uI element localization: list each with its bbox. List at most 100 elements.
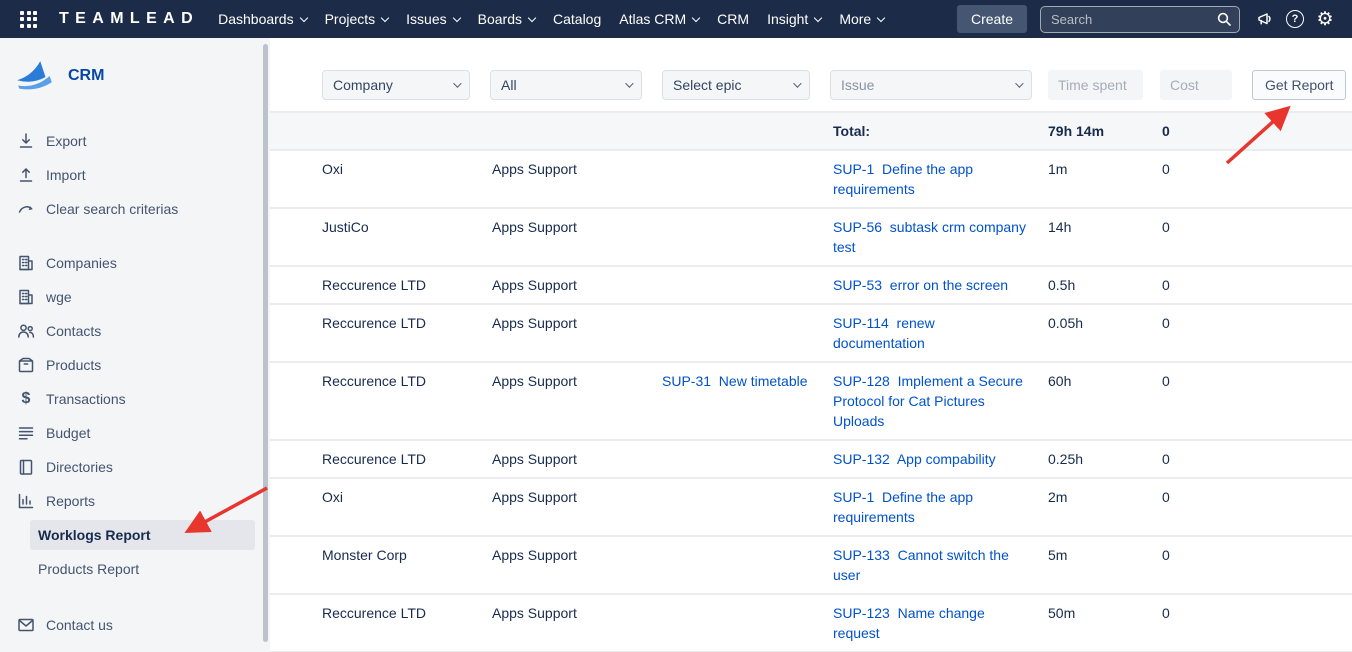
nav-more[interactable]: More (830, 0, 893, 38)
get-report-button[interactable]: Get Report (1252, 70, 1346, 100)
cell-time-spent: 0.25h (1048, 449, 1162, 469)
top-navigation: TEAMLEAD Dashboards Projects Issues Boar… (0, 0, 1352, 38)
cell-time-spent: 1m (1048, 159, 1162, 179)
total-row: Total: 79h 14m 0 (270, 111, 1352, 151)
sidebar-item-wge[interactable]: wge (0, 280, 270, 314)
nav-projects[interactable]: Projects (316, 0, 398, 38)
search-box (1040, 6, 1240, 33)
chevron-down-icon (1015, 79, 1023, 87)
nav-label: Boards (478, 11, 522, 27)
building-icon (16, 287, 36, 307)
sidebar-item-directories[interactable]: Directories (0, 450, 270, 484)
sidebar-main-group: Companies wge Contacts Products (0, 246, 270, 584)
nav-atlas-crm[interactable]: Atlas CRM (610, 0, 708, 38)
sidebar-item-contacts[interactable]: Contacts (0, 314, 270, 348)
select-value: Select epic (673, 77, 741, 93)
nav-label: Insight (767, 11, 808, 27)
nav-label: Catalog (553, 11, 601, 27)
cell-project: Apps Support (492, 487, 662, 507)
table-row: Reccurence LTD Apps Support SUP-123 Name… (270, 595, 1352, 652)
table-row: Monster Corp Apps Support SUP-133 Cannot… (270, 537, 1352, 595)
gear-glyph: ⚙ (1316, 10, 1333, 29)
cell-issue: SUP-1 Define the app requirements (833, 487, 1048, 527)
sidebar-item-label: Contact us (46, 617, 113, 633)
sidebar-item-label: Contacts (46, 323, 101, 339)
cell-project: Apps Support (492, 449, 662, 469)
cell-company: Oxi (322, 159, 492, 179)
cell-company: Monster Corp (322, 545, 492, 565)
sidebar-item-companies[interactable]: Companies (0, 246, 270, 280)
total-time-spent: 79h 14m (1048, 121, 1162, 141)
search-input[interactable] (1040, 6, 1240, 33)
sidebar-scrollbar[interactable] (263, 44, 268, 642)
cell-time-spent: 2m (1048, 487, 1162, 507)
issue-link[interactable]: SUP-1 Define the app requirements (833, 489, 977, 525)
select-value: Issue (841, 77, 874, 93)
issue-link[interactable]: SUP-114 renew documentation (833, 315, 939, 351)
help-icon[interactable]: ? (1280, 0, 1310, 38)
nav-boards[interactable]: Boards (469, 0, 544, 38)
nav-dashboards[interactable]: Dashboards (209, 0, 316, 38)
sidebar-item-contact-us[interactable]: Contact us (0, 608, 270, 642)
cell-project: Apps Support (492, 159, 662, 179)
issue-link[interactable]: SUP-56 subtask crm company test (833, 219, 1030, 255)
settings-icon[interactable]: ⚙ (1310, 0, 1340, 38)
nav-issues[interactable]: Issues (397, 0, 468, 38)
total-cost: 0 (1162, 121, 1352, 141)
cell-company: Reccurence LTD (322, 449, 492, 469)
reports-icon (16, 491, 36, 511)
cell-time-spent: 0.5h (1048, 275, 1162, 295)
sidebar-item-reports[interactable]: Reports (0, 484, 270, 518)
sidebar-item-products[interactable]: Products (0, 348, 270, 382)
sidebar-item-budget[interactable]: Budget (0, 416, 270, 450)
nav-catalog[interactable]: Catalog (544, 0, 610, 38)
app-switcher-icon[interactable] (20, 11, 37, 28)
worklogs-report-content: Company All Select epic Issue Get Report… (270, 38, 1352, 652)
cell-issue: SUP-114 renew documentation (833, 313, 1048, 353)
issue-link[interactable]: SUP-128 Implement a Secure Protocol for … (833, 373, 1027, 429)
announcement-icon[interactable] (1250, 0, 1280, 38)
table-row: Oxi Apps Support SUP-1 Define the app re… (270, 479, 1352, 537)
nav-crm[interactable]: CRM (708, 0, 758, 38)
cost-input[interactable] (1160, 70, 1232, 100)
cell-cost: 0 (1162, 545, 1352, 565)
directories-icon (16, 457, 36, 477)
sidebar-item-clear-search[interactable]: Clear search criterias (0, 192, 270, 226)
sidebar-item-worklogs-report[interactable]: Worklogs Report (30, 520, 255, 550)
cell-cost: 0 (1162, 313, 1352, 333)
table-row: Reccurence LTD Apps Support SUP-31 New t… (270, 363, 1352, 441)
sidebar-item-products-report[interactable]: Products Report (30, 554, 255, 584)
cell-cost: 0 (1162, 603, 1352, 623)
issue-link[interactable]: SUP-133 Cannot switch the user (833, 547, 1013, 583)
all-filter-select[interactable]: All (490, 70, 642, 100)
sidebar-actions-group: Export Import Clear search criterias (0, 124, 270, 226)
cell-epic: SUP-31 New timetable (662, 371, 833, 391)
epic-filter-select[interactable]: Select epic (662, 70, 810, 100)
search-icon[interactable] (1216, 11, 1232, 27)
teamlead-logo[interactable]: TEAMLEAD (59, 10, 199, 28)
create-button[interactable]: Create (957, 5, 1027, 33)
time-spent-input[interactable] (1048, 70, 1143, 100)
epic-link[interactable]: SUP-31 New timetable (662, 373, 808, 389)
nav-label: Atlas CRM (619, 11, 686, 27)
issue-link[interactable]: SUP-123 Name change request (833, 605, 989, 641)
issue-link[interactable]: SUP-1 Define the app requirements (833, 161, 977, 197)
sidebar-item-transactions[interactable]: $ Transactions (0, 382, 270, 416)
issue-link[interactable]: SUP-132 App compability (833, 451, 996, 467)
cell-company: Reccurence LTD (322, 603, 492, 623)
nav-label: More (839, 11, 871, 27)
sidebar-item-import[interactable]: Import (0, 158, 270, 192)
app-root: TEAMLEAD Dashboards Projects Issues Boar… (0, 0, 1352, 652)
cell-time-spent: 14h (1048, 217, 1162, 237)
sidebar-item-label: Transactions (46, 391, 126, 407)
cell-time-spent: 5m (1048, 545, 1162, 565)
sidebar-item-export[interactable]: Export (0, 124, 270, 158)
issue-link[interactable]: SUP-53 error on the screen (833, 277, 1008, 293)
issue-filter-select[interactable]: Issue (830, 70, 1032, 100)
dollar-glyph: $ (22, 391, 31, 407)
company-filter-select[interactable]: Company (322, 70, 470, 100)
table-row: Reccurence LTD Apps Support SUP-53 error… (270, 267, 1352, 305)
chevron-down-icon (793, 79, 801, 87)
table-row: Reccurence LTD Apps Support SUP-132 App … (270, 441, 1352, 479)
nav-insight[interactable]: Insight (758, 0, 830, 38)
